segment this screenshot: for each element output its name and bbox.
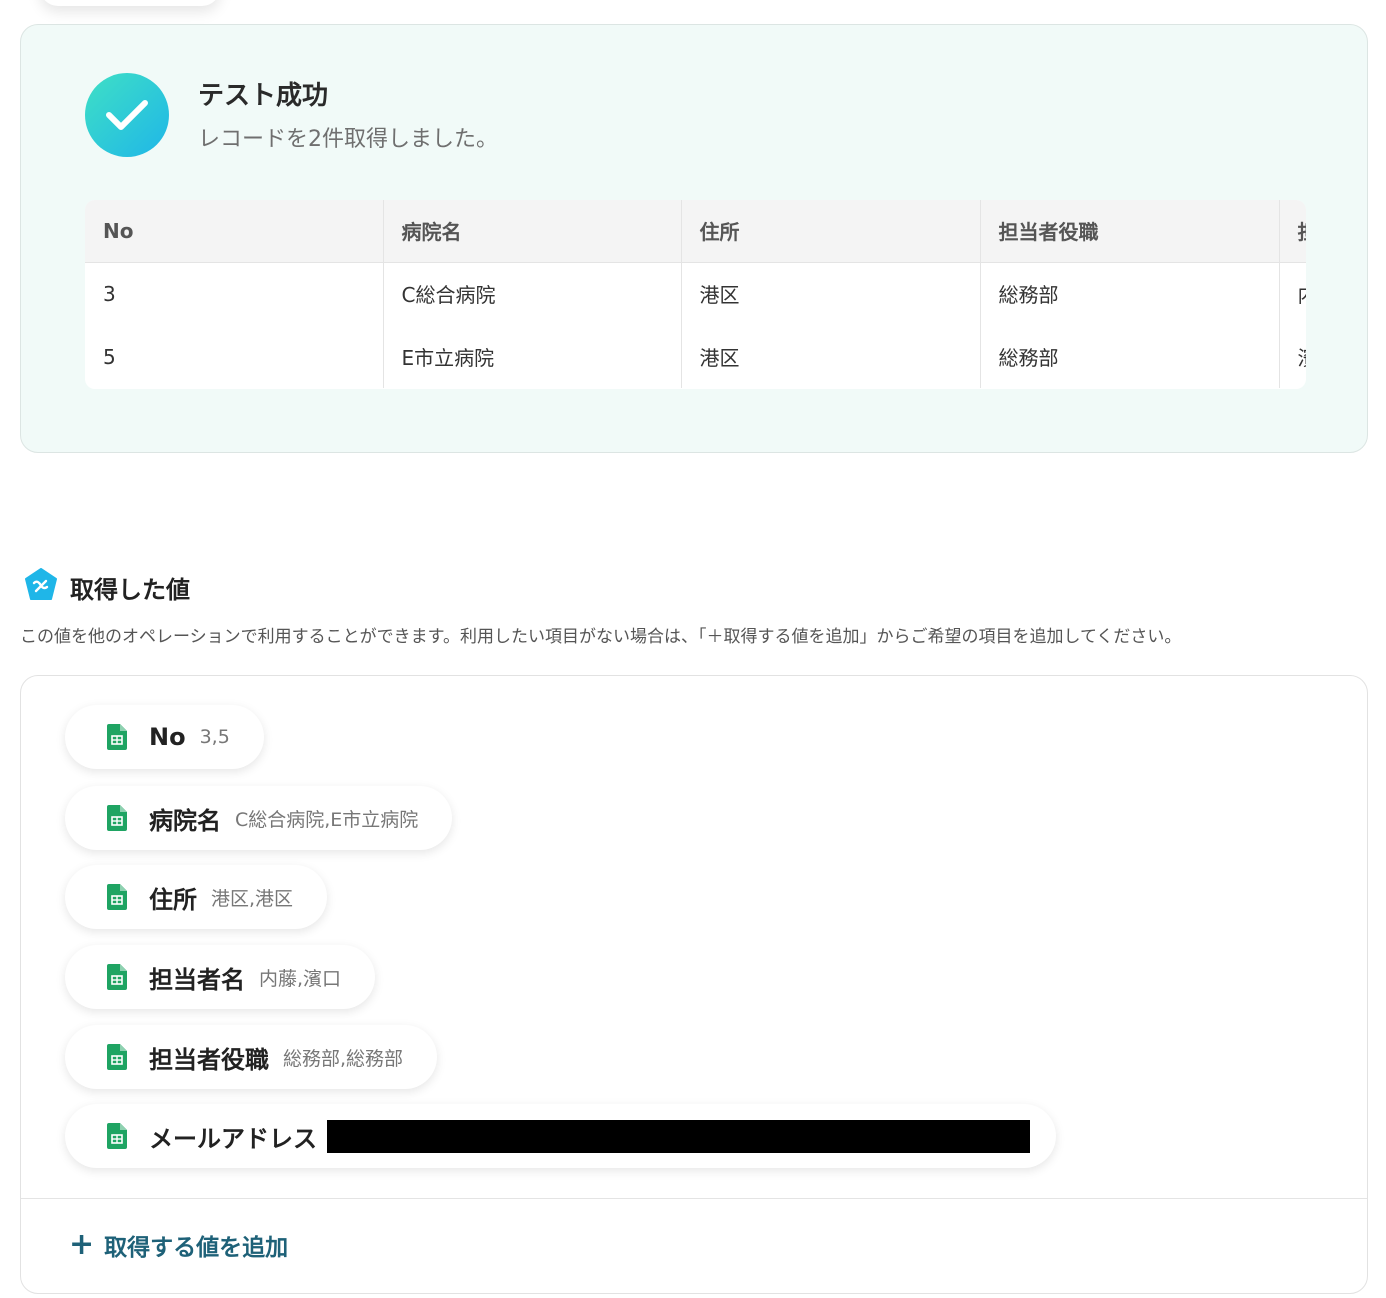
- check-icon: [85, 73, 169, 157]
- value-pill-email[interactable]: メールアドレス: [65, 1104, 1056, 1168]
- value-pill-no[interactable]: No 3,5: [65, 705, 264, 769]
- retrieved-values-card: No 3,5 病院名 C総合病院,E市立病院 住所 港区,港区 担当者名 内藤,…: [20, 675, 1368, 1294]
- column-header: No: [85, 200, 384, 263]
- records-table: No 病院名 住所 担当者役職 担 3 C総合病院 港区 総務部 内 5 E市立: [85, 200, 1306, 388]
- value-label: 担当者役職: [149, 1045, 269, 1074]
- add-value-button[interactable]: + 取得する値を追加: [69, 1228, 288, 1262]
- table-cell: 内: [1279, 262, 1307, 325]
- table-row: 3 C総合病院 港区 総務部 内: [85, 262, 1306, 325]
- value-text: 3,5: [199, 726, 230, 748]
- table-cell: 濱: [1279, 325, 1307, 388]
- value-label: メールアドレス: [149, 1124, 317, 1153]
- spreadsheet-icon: [107, 724, 127, 750]
- table-cell: E市立病院: [383, 325, 682, 388]
- column-header: 病院名: [383, 200, 682, 263]
- value-pill-contact-role[interactable]: 担当者役職 総務部,総務部: [65, 1025, 438, 1089]
- divider: [21, 1198, 1367, 1199]
- value-label: 住所: [149, 885, 197, 914]
- value-text: 内藤,濱口: [259, 967, 342, 990]
- table-cell: 港区: [681, 325, 981, 388]
- previous-card-edge: [40, 0, 220, 6]
- value-pill-address[interactable]: 住所 港区,港区: [65, 865, 328, 929]
- value-text: C総合病院,E市立病院: [235, 808, 419, 831]
- variable-badge-icon: [25, 568, 57, 600]
- success-title: テスト成功: [198, 81, 329, 111]
- value-label: 担当者名: [149, 965, 245, 994]
- add-value-label: 取得する値を追加: [104, 1235, 289, 1261]
- table-cell: 5: [85, 325, 384, 388]
- table-cell: 港区: [681, 262, 981, 325]
- spreadsheet-icon: [107, 1123, 127, 1149]
- redacted-value: [327, 1119, 1030, 1153]
- spreadsheet-icon: [107, 1044, 127, 1070]
- value-pill-hospital-name[interactable]: 病院名 C総合病院,E市立病院: [65, 786, 453, 850]
- column-header: 担当者役職: [980, 200, 1280, 263]
- section-title: 取得した値: [70, 576, 190, 604]
- table-cell: 総務部: [980, 262, 1280, 325]
- value-text: 港区,港区: [211, 887, 294, 910]
- table-cell: 総務部: [980, 325, 1280, 388]
- value-label: No: [149, 723, 186, 751]
- table-row: 5 E市立病院 港区 総務部 濱: [85, 325, 1306, 388]
- table-header-row: No 病院名 住所 担当者役職 担: [85, 200, 1306, 263]
- column-header: 住所: [681, 200, 981, 263]
- records-table-container[interactable]: No 病院名 住所 担当者役職 担 3 C総合病院 港区 総務部 内 5 E市立: [85, 200, 1306, 389]
- spreadsheet-icon: [107, 805, 127, 831]
- success-subtitle: レコードを2件取得しました。: [198, 127, 498, 152]
- plus-icon: +: [69, 1227, 95, 1262]
- spreadsheet-icon: [107, 964, 127, 990]
- value-pill-contact-name[interactable]: 担当者名 内藤,濱口: [65, 945, 376, 1009]
- table-cell: C総合病院: [383, 262, 682, 325]
- section-description: この値を他のオペレーションで利用することができます。利用したい項目がない場合は、…: [20, 627, 1182, 647]
- value-text: 総務部,総務部: [283, 1047, 404, 1070]
- column-header: 担: [1279, 200, 1306, 263]
- test-success-card: テスト成功 レコードを2件取得しました。 No 病院名 住所 担当者役職 担 3…: [20, 24, 1368, 453]
- table-cell: 3: [85, 262, 384, 325]
- spreadsheet-icon: [107, 884, 127, 910]
- value-label: 病院名: [149, 806, 221, 835]
